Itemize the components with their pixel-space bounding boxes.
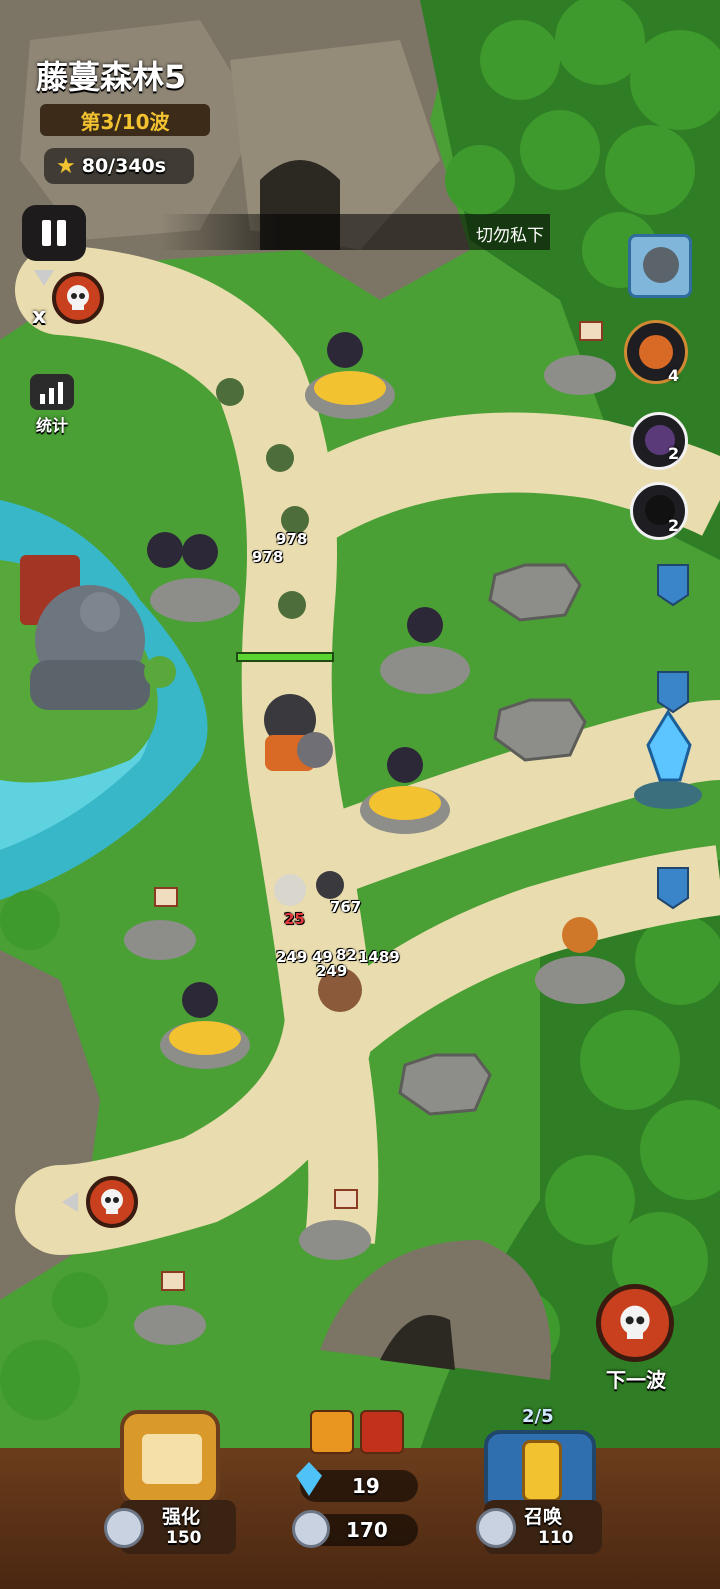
- coin-icon: [104, 1508, 144, 1548]
- skull-icon: [620, 1305, 650, 1339]
- stats-button[interactable]: 统计: [24, 374, 80, 438]
- summon-charges: 2/5: [522, 1406, 554, 1427]
- enemy-shadow-imp-count: 2: [668, 516, 680, 535]
- damage-number: 978: [252, 548, 284, 566]
- crystal-count: 19: [352, 1474, 380, 1498]
- ninja-icon: [639, 335, 673, 369]
- stats-label: 统计: [35, 416, 68, 435]
- star-icon: ★: [56, 153, 76, 179]
- enemy-ninja-count: 4: [668, 366, 680, 385]
- next-wave-button[interactable]: 下一波: [594, 1284, 678, 1394]
- triangle-icon: [34, 270, 54, 286]
- level-title: 藤蔓森林5: [36, 58, 187, 96]
- news-ticker: 切勿私下: [160, 214, 550, 250]
- boss-preview[interactable]: [628, 234, 692, 298]
- coin-count: 170: [346, 1518, 388, 1542]
- enemy-shadow-imp-portrait[interactable]: [630, 482, 688, 540]
- upgrade-label: 强化: [162, 1506, 201, 1528]
- next-wave-skull: [596, 1284, 674, 1362]
- timer-pill: ★ 80/340s: [44, 148, 194, 184]
- pause-button[interactable]: [22, 205, 86, 261]
- coin-icon: [476, 1508, 516, 1548]
- ability-fire-button[interactable]: [360, 1410, 404, 1454]
- orc-boss-icon: [643, 247, 679, 283]
- speed-label: x: [32, 304, 47, 329]
- enemy-shadow-mage-count: 2: [668, 444, 680, 463]
- damage-number: 1489: [358, 948, 400, 966]
- spellbook-icon: [120, 1410, 220, 1506]
- crystal-counter: 19: [296, 1462, 418, 1502]
- triangle-left-icon: [62, 1192, 78, 1212]
- wave-text: 第3/10波: [80, 109, 170, 134]
- damage-number: 249: [316, 962, 348, 980]
- skull-icon: [101, 1189, 123, 1214]
- pause-icon: [42, 220, 66, 246]
- coin-counter: 170: [292, 1510, 418, 1548]
- ability-bird-button[interactable]: [310, 1410, 354, 1454]
- damage-number: 249: [276, 948, 308, 966]
- stats-icon: [30, 374, 74, 410]
- upgrade-cost: 150: [166, 1528, 202, 1548]
- ticker-text: 切勿私下: [476, 226, 544, 246]
- spawn-point-bottom[interactable]: [86, 1176, 138, 1228]
- summon-cost: 110: [538, 1528, 574, 1548]
- timer-text: 80/340s: [81, 155, 167, 177]
- damage-number: 978: [276, 530, 308, 548]
- summon-label: 召唤: [524, 1506, 563, 1528]
- enemy-shadow-mage-portrait[interactable]: [630, 412, 688, 470]
- damage-number: 25: [284, 910, 305, 928]
- next-wave-label: 下一波: [606, 1368, 666, 1392]
- coin-icon: [292, 1510, 330, 1548]
- damage-number: 767: [330, 898, 362, 916]
- wave-indicator: 第3/10波: [40, 104, 210, 136]
- skull-icon: [67, 285, 89, 310]
- summon-card-icon: [522, 1440, 562, 1502]
- spawn-point-top[interactable]: [52, 272, 104, 324]
